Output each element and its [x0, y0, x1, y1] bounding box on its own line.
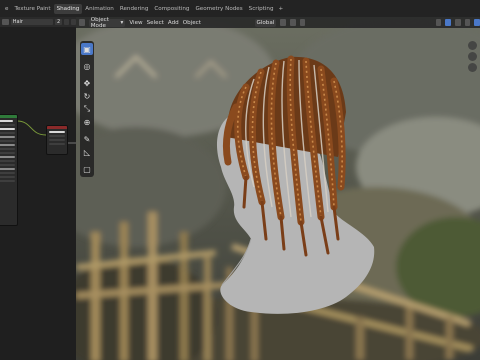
add-cube-icon[interactable]: ▢ [81, 163, 93, 175]
tab-rendering[interactable]: Rendering [117, 4, 152, 14]
tab-texture-paint[interactable]: Texture Paint [11, 4, 53, 14]
shading-rendered-icon[interactable] [474, 19, 480, 26]
chevron-down-icon: ▾ [120, 19, 124, 26]
transform-icon[interactable]: ⊕ [81, 116, 93, 128]
visibility-icon[interactable] [435, 19, 442, 26]
scale-icon[interactable]: ⤡ [81, 103, 93, 115]
measure-icon[interactable]: ◺ [81, 146, 93, 158]
pan-icon[interactable] [468, 52, 477, 61]
menu-select[interactable]: Select [147, 20, 164, 26]
tab-scripting[interactable]: Scripting [246, 4, 277, 14]
navigation-gizmo [468, 41, 477, 74]
object-mode-dropdown[interactable]: Object Mode ▾ [88, 17, 126, 29]
editor-type-icon[interactable] [79, 19, 85, 26]
tab-compositing[interactable]: Compositing [151, 4, 192, 14]
rotate-icon[interactable]: ↻ [81, 90, 93, 102]
snap-icon[interactable] [290, 19, 296, 26]
blender-window: e Texture Paint Shading Animation Render… [0, 0, 480, 360]
material-output-node[interactable] [46, 125, 68, 155]
transform-orientation-dropdown[interactable]: Global [254, 18, 277, 27]
tool-shelf: ▣ ◎ ✥ ↻ ⤡ ⊕ ✎ ◺ ▢ [80, 41, 94, 177]
tab-shading[interactable]: Shading [53, 3, 83, 14]
menu-view[interactable]: View [129, 20, 142, 26]
proportional-edit-icon[interactable] [299, 19, 306, 26]
pivot-icon[interactable] [280, 19, 287, 26]
move-icon[interactable]: ✥ [81, 77, 93, 89]
overlay-icon[interactable] [454, 19, 461, 26]
viewport-render [76, 17, 480, 360]
add-workspace-button[interactable]: + [277, 4, 286, 14]
shading-solid-icon[interactable] [464, 19, 471, 26]
gizmo-toggle-icon[interactable] [445, 19, 451, 26]
3d-viewport[interactable]: Object Mode ▾ View Select Add Object Glo… [76, 17, 480, 360]
cursor-icon[interactable]: ◎ [81, 60, 93, 72]
principled-hair-node[interactable] [0, 114, 18, 226]
shader-editor-panel: Hair 2 [0, 17, 76, 360]
select-box-icon[interactable]: ▣ [81, 43, 93, 55]
tab-animation[interactable]: Animation [82, 4, 117, 14]
zoom-icon[interactable] [468, 41, 477, 50]
orientation-label: Global [256, 19, 275, 26]
mode-label: Object Mode [90, 17, 109, 29]
camera-icon[interactable] [468, 63, 477, 72]
tab-e[interactable]: e [2, 4, 11, 14]
menu-object[interactable]: Object [183, 20, 201, 26]
workspace-tab-bar: e Texture Paint Shading Animation Render… [0, 0, 480, 17]
menu-add[interactable]: Add [168, 20, 179, 26]
viewport-header: Object Mode ▾ View Select Add Object Glo… [76, 17, 480, 29]
tab-geometry-nodes[interactable]: Geometry Nodes [192, 4, 245, 14]
annotate-icon[interactable]: ✎ [81, 133, 93, 145]
